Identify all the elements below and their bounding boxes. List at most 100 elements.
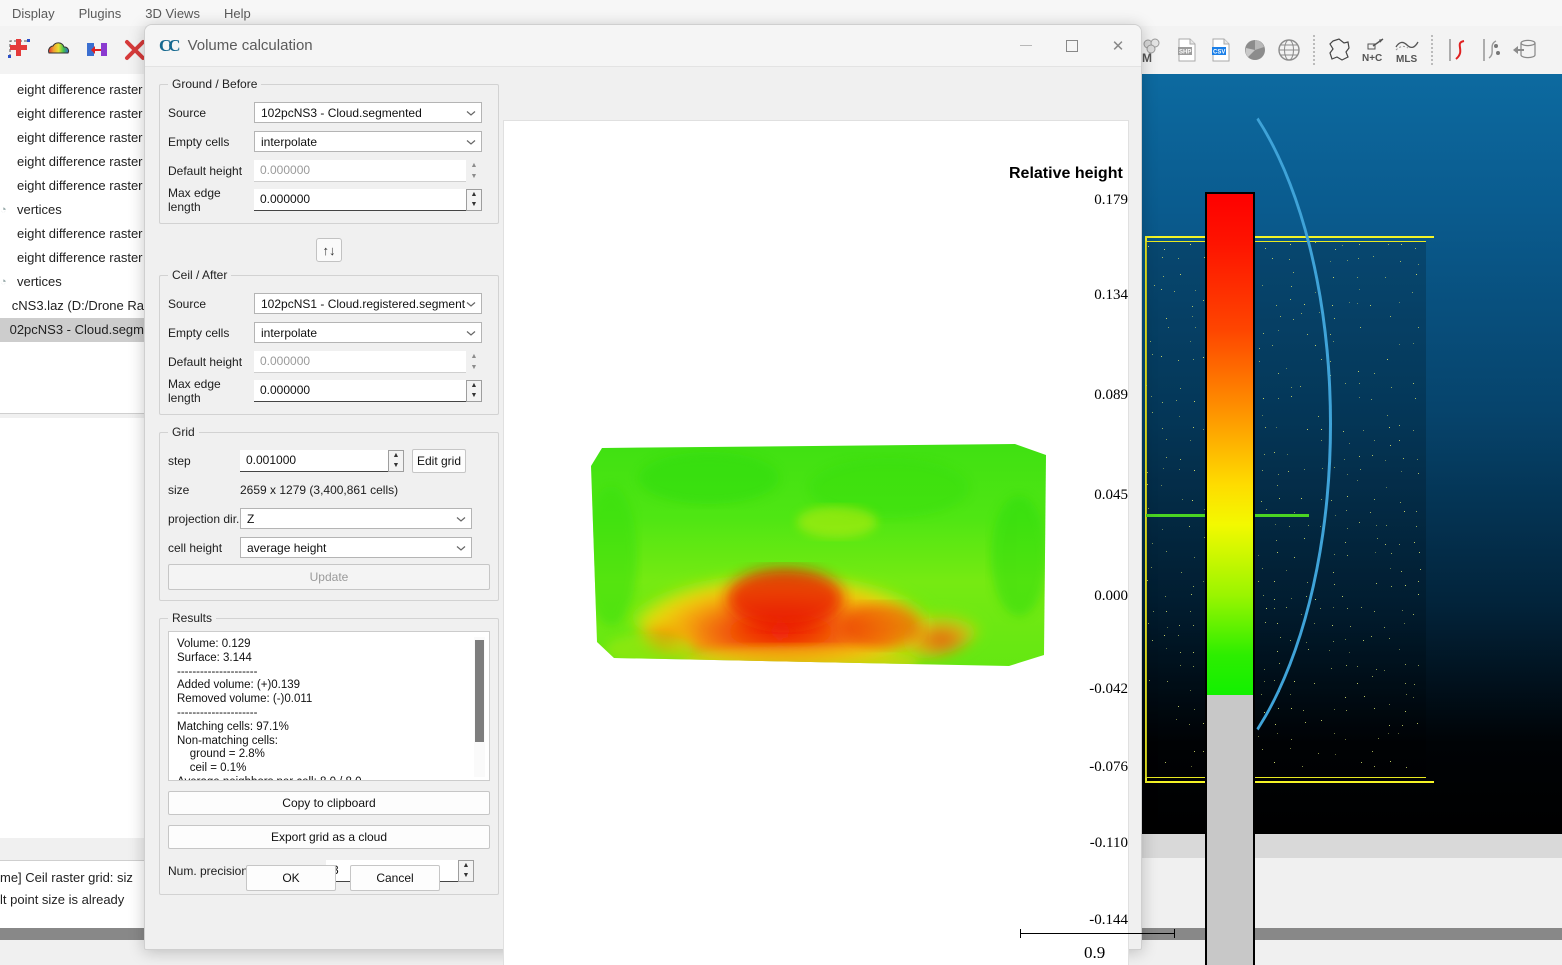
dialog-title-bar[interactable]: CC Volume calculation ✕ — [145, 25, 1141, 67]
spin-up-icon[interactable]: ▲ — [466, 351, 482, 362]
list-item[interactable]: eight difference raster — [0, 150, 144, 174]
colorbar-tick-label: 0.089 — [438, 387, 1128, 404]
colorbar-tick-label: -0.144 — [438, 912, 1128, 929]
chevron-down-icon — [465, 136, 477, 148]
csv-file-icon[interactable]: CSV — [1206, 35, 1236, 65]
csv-label: CSV — [1213, 50, 1225, 56]
menu-bar: Display Plugins 3D Views Help — [0, 0, 1562, 26]
ceil-default-height-stepper[interactable]: 0.000000 ▲▼ — [254, 351, 482, 373]
update-button[interactable]: Update — [168, 564, 490, 590]
curve-points-icon[interactable] — [1476, 35, 1506, 65]
list-item[interactable]: eight difference raster — [0, 102, 144, 126]
ceil-empty-cells-label: Empty cells — [168, 326, 254, 340]
ceil-empty-cells-select[interactable]: interpolate — [254, 322, 482, 343]
ceil-source-label: Source — [168, 297, 254, 311]
colorbar-tick-label: 0.179 — [438, 192, 1128, 209]
ceil-default-height-label: Default height — [168, 355, 254, 369]
list-item-label: vertices — [17, 198, 62, 222]
add-point-icon[interactable] — [6, 35, 36, 65]
spin-down-icon[interactable]: ▼ — [466, 171, 482, 182]
list-item[interactable]: eight difference raster — [0, 222, 144, 246]
maximize-button[interactable] — [1049, 25, 1095, 67]
list-item[interactable]: eight difference raster — [0, 246, 144, 270]
ground-max-edge-value[interactable]: 0.000000 — [254, 189, 466, 211]
pie-icon[interactable] — [1240, 35, 1270, 65]
import-icon[interactable] — [82, 35, 112, 65]
ceil-max-edge-value[interactable]: 0.000000 — [254, 380, 466, 402]
ground-source-label: Source — [168, 106, 254, 120]
spin-up-icon[interactable]: ▲ — [389, 451, 403, 461]
spin-down-icon[interactable]: ▼ — [389, 461, 403, 471]
list-item-label: eight difference raster — [17, 126, 143, 150]
cancel-button[interactable]: Cancel — [350, 865, 440, 891]
grid-group: Grid step 0.001000 ▲▼ Edit grid size 265… — [159, 425, 499, 601]
rainbow-cloud-icon[interactable] — [44, 35, 74, 65]
list-item[interactable]: cNS3.laz (D:/Drone Ra — [0, 294, 144, 318]
shp-file-icon[interactable]: SHP — [1172, 35, 1202, 65]
cloudcompare-logo-icon: CC — [159, 36, 178, 56]
db-tree[interactable]: eight difference raster eight difference… — [0, 74, 145, 414]
ceil-empty-cells-value: interpolate — [261, 326, 465, 340]
spin-up-icon[interactable]: ▲ — [466, 160, 482, 171]
results-line: --------------------- — [177, 666, 481, 680]
raster-preview-panel[interactable]: Relative height 0.179 0.134 0.089 0.045 … — [503, 120, 1129, 965]
mls-icon[interactable]: MLS — [1392, 35, 1422, 65]
grid-projection-select[interactable]: Z — [240, 508, 472, 529]
grid-step-label: step — [168, 454, 240, 468]
grid-step-stepper[interactable]: 0.001000 ▲▼ — [240, 450, 404, 472]
list-item-label: eight difference raster — [17, 174, 143, 198]
menu-item-help[interactable]: Help — [212, 6, 263, 21]
rotate-icon[interactable] — [1510, 35, 1540, 65]
grid-cell-height-value: average height — [247, 541, 455, 555]
nan-color-block — [1207, 695, 1253, 965]
list-item[interactable]: eight difference raster — [0, 126, 144, 150]
close-button[interactable]: ✕ — [1095, 25, 1141, 67]
ceil-default-height-spin-buttons[interactable]: ▲▼ — [466, 351, 482, 373]
ceil-default-height-value[interactable]: 0.000000 — [254, 351, 466, 373]
grid-step-value[interactable]: 0.001000 — [240, 450, 388, 472]
ground-source-select[interactable]: 102pcNS3 - Cloud.segmented — [254, 102, 482, 123]
ground-default-height-row: Default height 0.000000 ▲▼ — [168, 157, 490, 184]
list-item-label: 02pcNS3 - Cloud.segm — [10, 318, 144, 342]
spin-down-icon[interactable]: ▼ — [466, 362, 482, 373]
list-item[interactable]: eight difference raster — [0, 174, 144, 198]
ground-before-legend: Ground / Before — [168, 77, 261, 91]
pcm-icon[interactable]: M — [1138, 35, 1168, 65]
mls-label: MLS — [1396, 54, 1417, 65]
globe-icon[interactable] — [1274, 35, 1304, 65]
results-line: ground = 2.8% — [177, 748, 481, 762]
window-controls: ✕ — [1003, 25, 1141, 67]
results-legend: Results — [168, 611, 216, 625]
grid-cell-height-select[interactable]: average height — [240, 537, 472, 558]
menu-item-display[interactable]: Display — [0, 6, 67, 21]
normals-plus-colors-icon[interactable]: N+C — [1358, 35, 1388, 65]
swap-button[interactable]: ↑↓ — [316, 238, 342, 262]
mesh-icon[interactable] — [1324, 35, 1354, 65]
minimize-button[interactable] — [1003, 25, 1049, 67]
ground-default-height-spin-buttons[interactable]: ▲▼ — [466, 160, 482, 182]
ceil-empty-cells-row: Empty cells interpolate — [168, 319, 490, 346]
scale-bar-2d-label: 0.9 — [1084, 943, 1105, 963]
svg-text:M: M — [1142, 51, 1152, 65]
grid-cell-height-row: cell height average height — [168, 534, 490, 561]
list-item[interactable]: ◔vertices — [0, 270, 144, 294]
list-item-selected[interactable]: 02pcNS3 - Cloud.segm — [0, 318, 144, 342]
ground-default-height-value[interactable]: 0.000000 — [254, 160, 466, 182]
menu-item-3d-views[interactable]: 3D Views — [133, 6, 212, 21]
ground-max-edge-label: Max edge length — [168, 186, 254, 214]
ground-empty-cells-select[interactable]: interpolate — [254, 131, 482, 152]
grid-step-spin-buttons[interactable]: ▲▼ — [388, 450, 404, 472]
height-difference-raster — [589, 436, 1047, 671]
ground-default-height-stepper[interactable]: 0.000000 ▲▼ — [254, 160, 482, 182]
ceil-source-value: 102pcNS1 - Cloud.registered.segmented — [261, 297, 465, 311]
menu-item-plugins[interactable]: Plugins — [67, 6, 134, 21]
edit-grid-button[interactable]: Edit grid — [412, 449, 466, 473]
list-item[interactable]: ◔vertices — [0, 198, 144, 222]
list-item-label: cNS3.laz (D:/Drone Ra — [12, 294, 144, 318]
grid-projection-value: Z — [247, 512, 455, 526]
copy-to-clipboard-button[interactable]: Copy to clipboard — [168, 791, 490, 815]
results-line: Non-matching cells: — [177, 735, 481, 749]
ok-button[interactable]: OK — [246, 865, 336, 891]
curve-icon[interactable] — [1442, 35, 1472, 65]
list-item[interactable]: eight difference raster — [0, 78, 144, 102]
